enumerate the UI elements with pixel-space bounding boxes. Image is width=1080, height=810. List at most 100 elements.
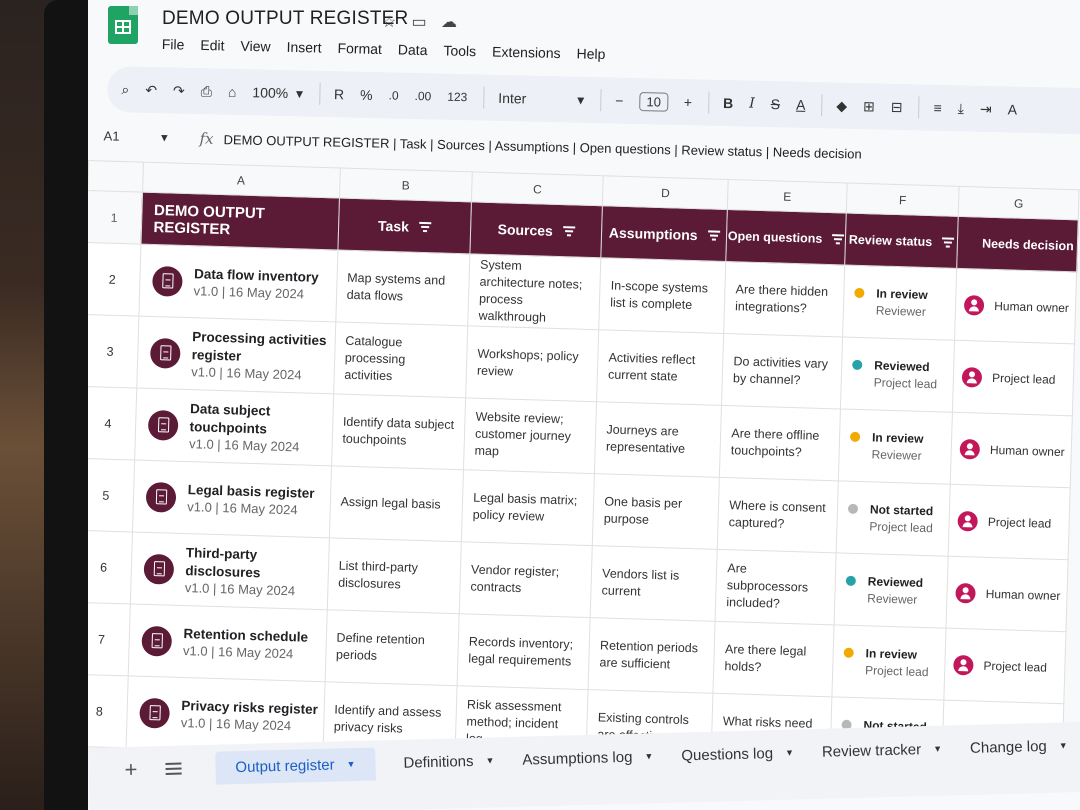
sheets-logo-icon[interactable] bbox=[108, 6, 138, 44]
row-number[interactable]: 5 bbox=[88, 458, 135, 532]
cell-output[interactable]: Data subject touchpoints v1.0 | 16 May 20… bbox=[134, 388, 334, 466]
cell-output[interactable]: Retention schedule v1.0 | 16 May 2024 bbox=[127, 603, 327, 682]
menu-data[interactable]: Data bbox=[398, 41, 428, 58]
cell-assumptions[interactable]: One basis per purpose bbox=[592, 473, 720, 550]
cell-task[interactable]: List third-party disclosures bbox=[326, 537, 462, 614]
text-color-icon[interactable]: A bbox=[796, 97, 806, 113]
row-number[interactable]: 4 bbox=[88, 386, 137, 461]
redo-icon[interactable]: ↷ bbox=[173, 82, 185, 99]
menu-extensions[interactable]: Extensions bbox=[492, 43, 561, 61]
horizontal-align-icon[interactable]: ≡ bbox=[933, 100, 942, 116]
cell-assumptions[interactable]: Vendors list is current bbox=[590, 545, 718, 622]
cell-task[interactable]: Map systems and data flows bbox=[335, 249, 470, 326]
row-number[interactable]: 8 bbox=[88, 674, 128, 748]
cell-assumptions[interactable]: In-scope systems list is complete bbox=[598, 257, 726, 334]
merge-cells-icon[interactable]: ⊟ bbox=[891, 98, 903, 115]
menu-view[interactable]: View bbox=[240, 38, 270, 55]
cell-needs-decision[interactable]: Project lead bbox=[952, 340, 1075, 416]
formula-input[interactable]: DEMO OUTPUT REGISTER | Task | Sources | … bbox=[223, 132, 861, 161]
filter-icon[interactable] bbox=[562, 224, 576, 238]
italic-icon[interactable]: I bbox=[749, 96, 755, 112]
cell-needs-decision[interactable]: Project lead bbox=[944, 628, 1066, 704]
cell-needs-decision[interactable]: Human owner bbox=[946, 556, 1069, 632]
bold-icon[interactable]: B bbox=[723, 95, 733, 111]
cell-review-status[interactable]: In review Reviewer bbox=[842, 264, 957, 341]
column-header-d[interactable]: D bbox=[602, 175, 729, 210]
row-number[interactable]: 6 bbox=[88, 530, 132, 604]
vertical-align-icon[interactable]: ⤓ bbox=[958, 100, 965, 117]
cell-task[interactable]: Define retention periods bbox=[324, 609, 460, 686]
cell-open-question[interactable]: Are subprocessors included? bbox=[715, 549, 837, 625]
cell-task[interactable]: Assign legal basis bbox=[329, 465, 464, 542]
header-cell-task[interactable]: Task bbox=[337, 197, 472, 254]
cell-assumptions[interactable]: Retention periods are sufficient bbox=[588, 617, 716, 694]
cell-output[interactable]: Legal basis register v1.0 | 16 May 2024 bbox=[131, 460, 332, 538]
chevron-down-icon[interactable]: ▼ bbox=[644, 751, 653, 761]
strikethrough-icon[interactable]: S bbox=[771, 96, 781, 112]
header-cell-needs-decision[interactable]: Needs decision bbox=[956, 216, 1079, 272]
header-cell-sources[interactable]: Sources bbox=[469, 201, 603, 258]
column-header-f[interactable]: F bbox=[846, 183, 960, 217]
filter-icon[interactable] bbox=[942, 235, 955, 249]
cloud-status-icon[interactable]: ☁ bbox=[440, 14, 458, 32]
font-select[interactable]: Inter ▾ bbox=[498, 89, 584, 108]
cell-needs-decision[interactable]: Human owner bbox=[954, 268, 1077, 344]
cell-open-question[interactable]: Are there hidden integrations? bbox=[723, 261, 845, 337]
column-header-c[interactable]: C bbox=[471, 171, 604, 206]
currency-format-button[interactable]: R bbox=[334, 86, 344, 102]
percent-format-button[interactable]: % bbox=[360, 87, 373, 103]
zoom-select[interactable]: 100% ▾ bbox=[252, 84, 303, 102]
sheet-tab-change-log[interactable]: Change log ▼ bbox=[970, 737, 1068, 756]
text-rotation-icon[interactable]: A bbox=[1008, 101, 1018, 117]
menu-insert[interactable]: Insert bbox=[286, 39, 321, 56]
menu-tools[interactable]: Tools bbox=[443, 42, 476, 59]
row-number[interactable]: 3 bbox=[88, 314, 139, 389]
header-cell-assumptions[interactable]: Assumptions bbox=[601, 205, 728, 262]
header-cell-open-questions[interactable]: Open questions bbox=[725, 209, 847, 265]
cell-output[interactable]: Data flow inventory v1.0 | 16 May 2024 bbox=[138, 244, 338, 322]
cell-assumptions[interactable]: Activities reflect current state bbox=[596, 329, 724, 406]
cell-output[interactable]: Third-party disclosures v1.0 | 16 May 202… bbox=[129, 531, 330, 610]
cell-review-status[interactable]: Not started Project lead bbox=[836, 480, 951, 557]
fill-color-icon[interactable]: ◆ bbox=[836, 97, 847, 114]
chevron-down-icon[interactable]: ▼ bbox=[785, 748, 794, 758]
filter-icon[interactable] bbox=[832, 232, 845, 246]
move-folder-icon[interactable]: ▭ bbox=[410, 14, 428, 32]
star-icon[interactable]: ☆ bbox=[380, 14, 398, 32]
search-icon[interactable]: ⌕ bbox=[121, 81, 129, 98]
column-header-e[interactable]: E bbox=[727, 179, 848, 214]
chevron-down-icon[interactable]: ▼ bbox=[933, 744, 942, 754]
chevron-down-icon[interactable]: ▼ bbox=[346, 759, 355, 769]
font-size-input[interactable]: 10 bbox=[639, 91, 669, 112]
number-format-button[interactable]: 123 bbox=[447, 90, 467, 104]
borders-icon[interactable]: ⊞ bbox=[863, 98, 875, 115]
row-number[interactable]: 7 bbox=[88, 602, 130, 676]
cell-task[interactable]: Identify data subject touchpoints bbox=[331, 393, 466, 470]
cell-sources[interactable]: System architecture notes; process walkt… bbox=[467, 253, 602, 330]
header-cell-output[interactable]: DEMO OUTPUT REGISTER bbox=[140, 192, 340, 250]
cell-output[interactable]: Processing activities register v1.0 | 16 … bbox=[136, 316, 336, 394]
document-title[interactable]: DEMO OUTPUT REGISTER bbox=[162, 8, 408, 30]
cell-open-question[interactable]: Do activities vary by channel? bbox=[721, 333, 843, 409]
chevron-down-icon[interactable]: ▼ bbox=[1059, 740, 1068, 750]
paint-format-icon[interactable]: ⌂ bbox=[228, 84, 237, 100]
cell-needs-decision[interactable]: Human owner bbox=[950, 412, 1073, 488]
cell-sources[interactable]: Website review; customer journey map bbox=[463, 397, 597, 474]
row-number[interactable]: 2 bbox=[88, 242, 141, 317]
sheet-tab-definitions[interactable]: Definitions ▼ bbox=[403, 752, 494, 771]
cell-open-question[interactable]: Are there offline touchpoints? bbox=[719, 405, 841, 481]
menu-format[interactable]: Format bbox=[337, 40, 382, 57]
cell-sources[interactable]: Legal basis matrix; policy review bbox=[461, 469, 595, 546]
chevron-down-icon[interactable]: ▼ bbox=[485, 755, 494, 765]
filter-icon[interactable] bbox=[707, 228, 720, 242]
cell-sources[interactable]: Vendor register; contracts bbox=[459, 541, 593, 618]
sheet-tab-output-register[interactable]: Output register ▼ bbox=[214, 746, 376, 785]
sheet-tab-review-tracker[interactable]: Review tracker ▼ bbox=[822, 740, 943, 761]
cell-review-status[interactable]: Reviewed Project lead bbox=[840, 336, 955, 413]
increase-font-size-button[interactable]: + bbox=[684, 94, 693, 110]
menu-edit[interactable]: Edit bbox=[200, 37, 224, 54]
print-icon[interactable]: ⎙ bbox=[201, 83, 213, 100]
decrease-font-size-button[interactable]: − bbox=[615, 93, 624, 109]
text-wrapping-icon[interactable]: ⇥ bbox=[980, 100, 992, 117]
cell-sources[interactable]: Records inventory; legal requirements bbox=[457, 613, 591, 690]
